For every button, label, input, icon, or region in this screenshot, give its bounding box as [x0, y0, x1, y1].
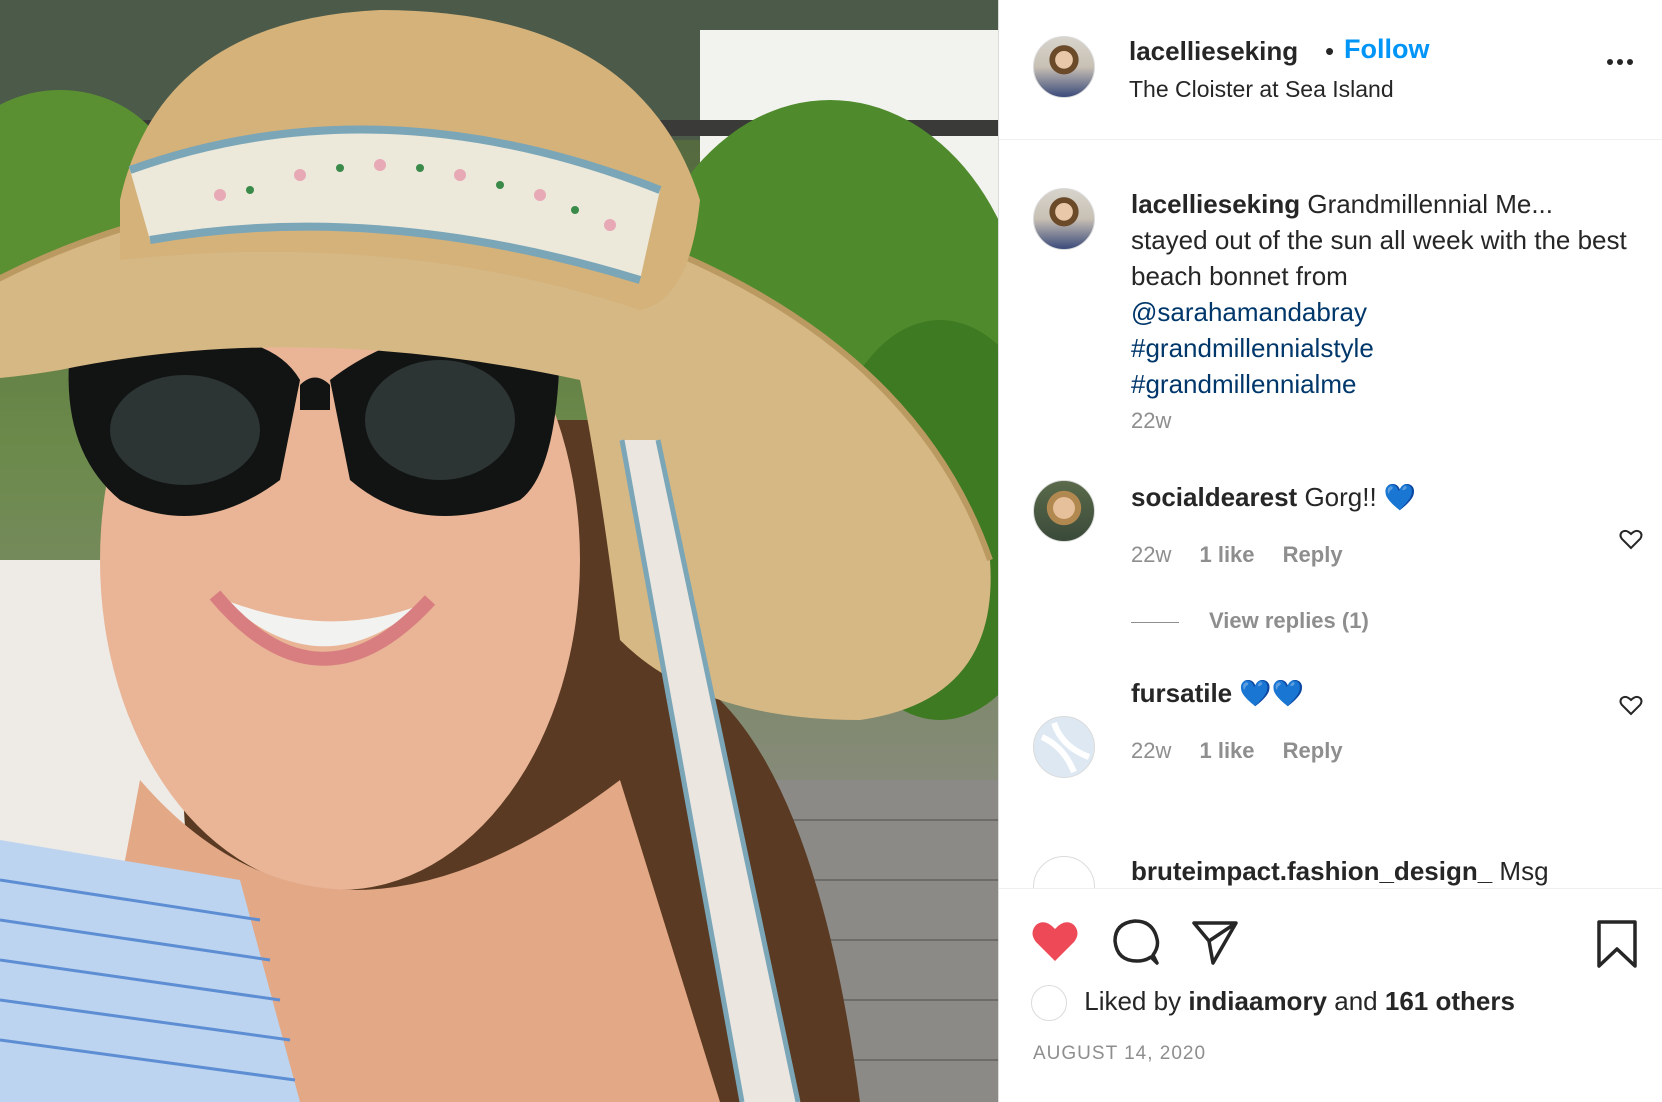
- heart-filled-icon[interactable]: [1031, 919, 1079, 963]
- post-photo[interactable]: [0, 0, 998, 1102]
- comment-text: socialdearest Gorg!! 💙: [1131, 482, 1416, 513]
- bookmark-icon[interactable]: [1595, 919, 1639, 969]
- post-date[interactable]: AUGUST 14, 2020: [1033, 1043, 1206, 1065]
- caption-mention[interactable]: @sarahamandabray: [1131, 297, 1367, 327]
- likes-others[interactable]: 161 others: [1385, 986, 1515, 1016]
- comment-meta: 22w 1 like Reply: [1131, 738, 1365, 764]
- comment-avatar[interactable]: [1033, 856, 1095, 888]
- comment-like-heart-icon[interactable]: [1619, 528, 1643, 550]
- comment-reply-button[interactable]: Reply: [1283, 542, 1343, 567]
- caption-username[interactable]: lacellieseking: [1131, 189, 1300, 219]
- likes-prefix: Liked by: [1084, 985, 1182, 1016]
- post-details-pane: lacellieseking • Follow The Cloister at …: [998, 0, 1662, 1102]
- comment-time[interactable]: 22w: [1131, 542, 1171, 567]
- view-replies-label: View replies (1): [1209, 608, 1369, 633]
- caption: lacellieseking Grandmillennial Me... sta…: [1131, 186, 1631, 402]
- post-actions: Liked by indiaamory and 161 others AUGUS…: [999, 888, 1662, 1102]
- caption-avatar[interactable]: [1033, 188, 1095, 250]
- comment-body: 💙💙: [1239, 678, 1305, 708]
- comment-username[interactable]: bruteimpact.fashion_design_: [1131, 856, 1492, 886]
- post-location[interactable]: The Cloister at Sea Island: [1129, 76, 1394, 103]
- post-photo-illustration: [0, 0, 998, 1102]
- comment-username[interactable]: socialdearest: [1131, 482, 1297, 512]
- comment-body: Msg: [1499, 856, 1549, 886]
- comment-meta: 22w 1 like Reply: [1131, 542, 1365, 568]
- likes-joiner: and: [1334, 985, 1378, 1016]
- comment-bubble-icon[interactable]: [1111, 917, 1161, 967]
- comment-body: Gorg!! 💙: [1304, 482, 1417, 512]
- caption-time[interactable]: 22w: [1131, 408, 1171, 434]
- follow-button[interactable]: Follow: [1344, 34, 1429, 65]
- comment-reply-button[interactable]: Reply: [1283, 738, 1343, 763]
- comment-like-heart-icon[interactable]: [1619, 694, 1643, 716]
- view-replies-button[interactable]: View replies (1): [1131, 608, 1369, 634]
- comment-likes[interactable]: 1 like: [1199, 738, 1254, 763]
- liker-avatar[interactable]: [1031, 985, 1067, 1021]
- header-separator: •: [1325, 36, 1335, 66]
- author-avatar[interactable]: [1033, 36, 1095, 98]
- caption-hashtag[interactable]: #grandmillennialme: [1131, 369, 1356, 399]
- comment-username[interactable]: fursatile: [1131, 678, 1232, 708]
- post-header: lacellieseking • Follow The Cloister at …: [999, 0, 1662, 140]
- comment-text: fursatile 💙💙: [1131, 678, 1304, 709]
- comment-avatar[interactable]: [1033, 716, 1095, 778]
- comments-list[interactable]: lacellieseking Grandmillennial Me... sta…: [999, 140, 1662, 888]
- comment-text: bruteimpact.fashion_design_ Msg: [1131, 856, 1549, 887]
- author-username[interactable]: lacellieseking: [1129, 36, 1298, 67]
- comment-avatar[interactable]: [1033, 480, 1095, 542]
- fursatile-logo-icon: [1040, 721, 1091, 774]
- likes-summary[interactable]: Liked by indiaamory and 161 others: [1031, 985, 1515, 1021]
- liker-username[interactable]: indiaamory: [1188, 986, 1327, 1016]
- comment-likes[interactable]: 1 like: [1199, 542, 1254, 567]
- paper-plane-icon[interactable]: [1191, 919, 1239, 965]
- comment-time[interactable]: 22w: [1131, 738, 1171, 763]
- more-options-icon[interactable]: [1607, 52, 1643, 68]
- caption-hashtag[interactable]: #grandmillennialstyle: [1131, 333, 1374, 363]
